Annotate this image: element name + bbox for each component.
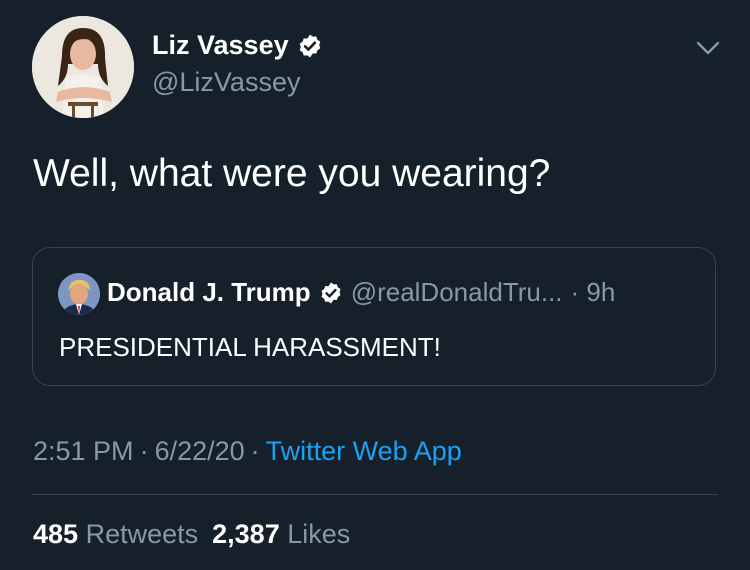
quoted-tweet-card[interactable]: Donald J. Trump @realDonaldTru... · 9h P… [32,247,716,386]
quoted-tweet-text: PRESIDENTIAL HARASSMENT! [59,332,441,362]
tweet-time[interactable]: 2:51 PM [33,436,134,466]
meta-separator: · [250,436,260,466]
author-avatar[interactable] [32,16,134,118]
tweet-stats: 485 Retweets 2,387 Likes [33,519,350,550]
divider [32,494,718,495]
quoted-timestamp: · 9h [570,277,616,307]
tweet-meta: 2:51 PM · 6/22/20 · Twitter Web App [33,436,462,467]
verified-badge-icon [319,281,343,305]
tweet-source-link[interactable]: Twitter Web App [266,436,462,466]
meta-separator: · [139,436,149,466]
chevron-down-icon[interactable] [694,34,722,62]
retweets-count: 485 [33,519,79,549]
author-name-row[interactable]: Liz Vassey [152,30,323,61]
author-avatar-image [32,16,134,118]
likes-count: 2,387 [212,519,280,549]
likes-stat[interactable]: 2,387 Likes [212,519,350,549]
quoted-author-name[interactable]: Donald J. Trump [107,277,311,308]
author-handle[interactable]: @LizVassey [152,67,300,98]
likes-label: Likes [287,519,351,549]
quoted-author-handle[interactable]: @realDonaldTru... [351,277,563,308]
retweets-stat[interactable]: 485 Retweets [33,519,198,549]
author-name[interactable]: Liz Vassey [152,30,289,61]
tweet-text: Well, what were you wearing? [33,152,551,195]
quoted-author-avatar [58,273,100,315]
quoted-header: Donald J. Trump @realDonaldTru... · 9h [107,277,615,308]
verified-badge-icon [297,33,323,59]
tweet-date[interactable]: 6/22/20 [155,436,245,466]
retweets-label: Retweets [85,519,199,549]
